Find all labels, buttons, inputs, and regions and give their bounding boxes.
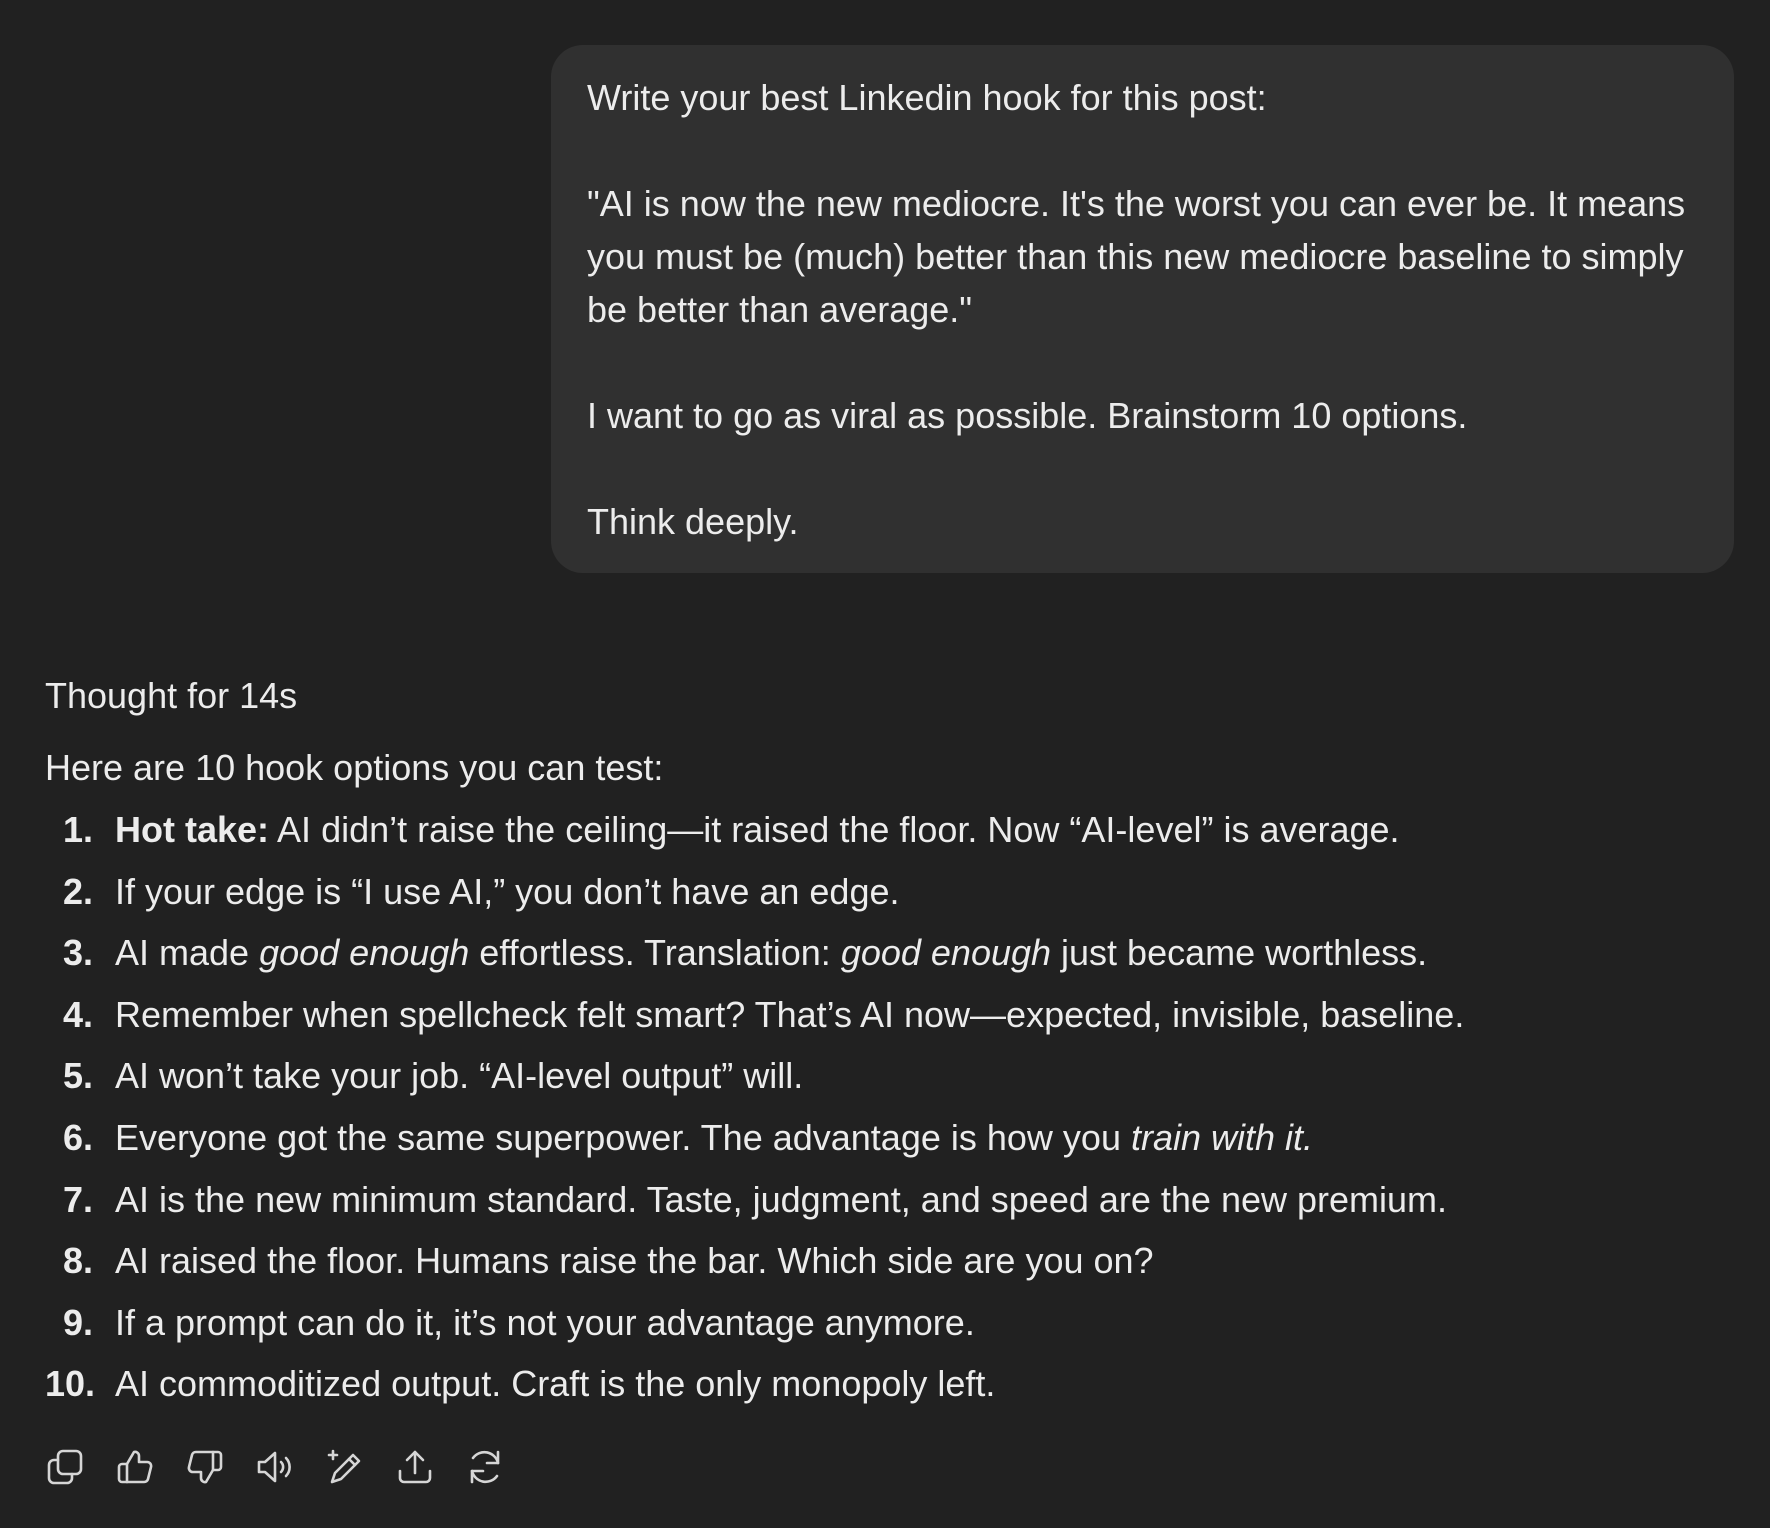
edit-button[interactable] [325, 1447, 365, 1487]
list-text: AI made [115, 932, 260, 974]
list-number: 8. [62, 1240, 93, 1282]
share-button[interactable] [395, 1447, 435, 1487]
list-text: AI didn’t raise the ceiling—it raised th… [269, 809, 1400, 850]
user-message-quote: "AI is now the new mediocre. It's the wo… [587, 183, 1686, 330]
list-number: 4. [62, 993, 93, 1035]
list-text: effortless. Translation: [469, 932, 841, 974]
list-text: If a prompt can do it, it’s not your adv… [115, 1301, 975, 1343]
thought-toggle[interactable]: Thought for 14s [45, 672, 1725, 720]
list-item: 5. AI won’t take your job. “AI-level outp… [45, 1052, 1725, 1100]
regenerate-button[interactable] [465, 1447, 505, 1487]
list-text: If your edge is “I use AI,” you don’t ha… [115, 870, 900, 912]
assistant-intro: Here are 10 hook options you can test: [45, 747, 664, 788]
list-item: 6. Everyone got the same superpower. The … [45, 1114, 1725, 1162]
list-number: 10. [45, 1363, 96, 1405]
user-message-bubble: Write your best Linkedin hook for this p… [551, 45, 1734, 573]
copy-button[interactable] [45, 1447, 85, 1487]
message-action-bar [45, 1447, 505, 1487]
list-item: 9. If a prompt can do it, it’s not your a… [45, 1299, 1725, 1347]
thumbs-down-icon [187, 1450, 223, 1484]
list-text: AI commoditized output. Craft is the onl… [115, 1363, 996, 1405]
list-number: 1. [62, 809, 93, 850]
list-number: 7. [62, 1178, 93, 1220]
list-item: 8. AI raised the floor. Humans raise the … [45, 1237, 1725, 1285]
hook-list: 1. Hot take: AI didn’t raise the ceiling—… [45, 806, 1725, 1408]
list-item: 2. If your edge is “I use AI,” you don’t … [45, 868, 1725, 916]
list-text: AI won’t take your job. “AI-level output… [115, 1055, 804, 1097]
list-item: 1. Hot take: AI didn’t raise the ceiling—… [45, 806, 1725, 854]
copy-icon [47, 1449, 83, 1485]
italic-text: good enough [840, 932, 1052, 974]
list-item: 3. AI made good enough effortless. Transl… [45, 929, 1725, 977]
list-item: 10. AI commoditized output. Craft is the … [45, 1360, 1725, 1408]
edit-sparkle-icon [327, 1449, 361, 1484]
assistant-message: Thought for 14s Here are 10 hook options… [45, 672, 1725, 1422]
italic-text: good enough [259, 932, 470, 974]
list-number: 3. [62, 932, 93, 974]
list-text: AI raised the floor. Humans raise the ba… [115, 1240, 1154, 1282]
thumbs-up-icon [117, 1450, 153, 1484]
good-response-button[interactable] [115, 1447, 155, 1487]
list-number: 9. [62, 1301, 93, 1343]
list-number: 2. [62, 870, 93, 912]
list-number: 6. [62, 1116, 93, 1158]
read-aloud-button[interactable] [255, 1447, 295, 1487]
regenerate-icon [470, 1450, 500, 1484]
italic-text: train with it. [1130, 1116, 1314, 1158]
list-item: 4. Remember when spellcheck felt smart? T… [45, 991, 1725, 1039]
list-text: AI is the new minimum standard. Taste, j… [115, 1178, 1448, 1220]
list-number: 5. [62, 1055, 93, 1097]
read-aloud-icon [257, 1451, 291, 1483]
list-text: Everyone got the same superpower. The ad… [115, 1116, 1131, 1158]
bad-response-button[interactable] [185, 1447, 225, 1487]
list-text: Remember when spellcheck felt smart? Tha… [115, 993, 1465, 1035]
list-item: 7. AI is the new minimum standard. Taste,… [45, 1176, 1725, 1224]
user-message-line: Write your best Linkedin hook for this p… [587, 77, 1267, 118]
bold-text: Hot take: [115, 809, 270, 850]
share-icon [398, 1450, 432, 1484]
user-message-line: I want to go as viral as possible. Brain… [587, 395, 1468, 436]
list-text: just became worthless. [1051, 932, 1428, 974]
user-message-line: Think deeply. [587, 501, 799, 542]
